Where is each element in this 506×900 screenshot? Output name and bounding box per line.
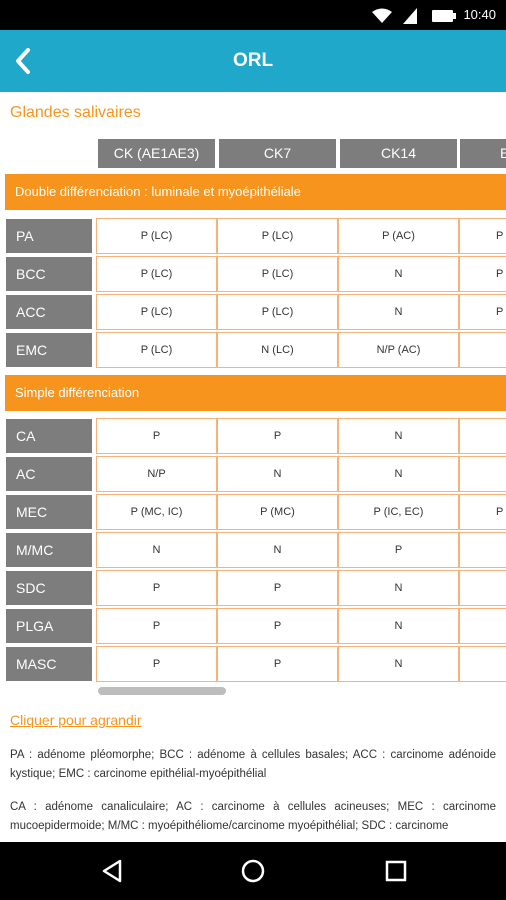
column-header: CK14	[340, 139, 457, 168]
group-header: Double différenciation : luminale et myo…	[5, 174, 506, 210]
table-cell: N	[338, 646, 459, 682]
wifi-icon	[372, 8, 392, 23]
triangle-back-icon	[102, 859, 122, 883]
table-cell: N/P	[96, 456, 217, 492]
row-label: M/MC	[6, 533, 92, 567]
navigation-bar	[0, 842, 506, 900]
table-cell: N	[338, 294, 459, 330]
table-cell: P (MC)	[217, 494, 338, 530]
table-cell: N	[338, 256, 459, 292]
legend-paragraph: PA : adénome pléomorphe; BCC : adénome à…	[10, 749, 496, 780]
table-cell: P (LC)	[96, 332, 217, 368]
row-label: SDC	[6, 571, 92, 605]
table-cell: P (LC)	[217, 218, 338, 254]
table-cell: N (LC)	[217, 332, 338, 368]
table-cell: N	[96, 532, 217, 568]
table-cell	[459, 608, 506, 644]
nav-home-button[interactable]	[238, 856, 268, 886]
table-cell: N	[338, 418, 459, 454]
table-cell: N	[217, 456, 338, 492]
row-label: EMC	[6, 333, 92, 367]
table-cell	[459, 532, 506, 568]
enlarge-link[interactable]: Cliquer pour agrandir	[10, 712, 142, 728]
table-cell: P (LC)	[217, 256, 338, 292]
row-label: PA	[6, 219, 92, 253]
table-cell: P	[459, 256, 506, 292]
circle-home-icon	[241, 859, 265, 883]
table-cell: N	[338, 456, 459, 492]
column-header: E	[460, 139, 506, 168]
table-cell: P	[96, 608, 217, 644]
table-cell: P	[96, 418, 217, 454]
row-label: ACC	[6, 295, 92, 329]
nav-back-button[interactable]	[98, 856, 128, 886]
square-recents-icon	[385, 860, 407, 882]
column-header: CK (AE1AE3)	[98, 139, 215, 168]
table-cell: P	[459, 494, 506, 530]
column-header: CK7	[219, 139, 336, 168]
row-label: AC	[6, 457, 92, 491]
row-label: PLGA	[6, 609, 92, 643]
table-cell: P (LC)	[217, 294, 338, 330]
row-label: MEC	[6, 495, 92, 529]
table-cell: N/P (AC)	[338, 332, 459, 368]
table-cell: P	[217, 646, 338, 682]
row-label: CA	[6, 419, 92, 453]
table-cell: P	[96, 646, 217, 682]
table-cell: P	[338, 532, 459, 568]
table-cell	[459, 456, 506, 492]
table-cell: P	[217, 608, 338, 644]
table-cell: P (LC)	[96, 294, 217, 330]
table-cell: P	[217, 418, 338, 454]
status-time: 10:40	[463, 7, 496, 22]
legend-paragraph: CA : adénome canaliculaire; AC : carcino…	[10, 801, 496, 832]
section-title: Glandes salivaires	[10, 104, 141, 121]
table-cell: P (IC, EC)	[338, 494, 459, 530]
page-title: ORL	[232, 50, 274, 71]
table-scrollbar[interactable]	[98, 687, 226, 695]
group-header: Simple différenciation	[5, 375, 506, 411]
content-area[interactable]: Glandes salivaires CK (AE1AE3) CK7 CK14 …	[0, 92, 506, 842]
status-bar: 10:40	[0, 0, 506, 30]
row-label: BCC	[6, 257, 92, 291]
table-cell	[459, 570, 506, 606]
signal-icon	[403, 8, 417, 24]
table-cell	[459, 332, 506, 368]
table-cell	[459, 418, 506, 454]
table-cell: P (AC)	[338, 218, 459, 254]
battery-icon	[432, 10, 456, 22]
table-cell: P	[459, 218, 506, 254]
table-cell	[459, 646, 506, 682]
row-label: MASC	[6, 647, 92, 681]
app-bar: ORL	[0, 30, 506, 92]
table-cell: N	[338, 570, 459, 606]
table-cell: N	[338, 608, 459, 644]
table-cell: P (LC)	[96, 256, 217, 292]
table-cell: P	[217, 570, 338, 606]
nav-recents-button[interactable]	[381, 856, 411, 886]
table-cell: P (MC, IC)	[96, 494, 217, 530]
table-cell: P	[96, 570, 217, 606]
table-cell: N	[217, 532, 338, 568]
table-cell: P	[459, 294, 506, 330]
table-cell: P (LC)	[96, 218, 217, 254]
